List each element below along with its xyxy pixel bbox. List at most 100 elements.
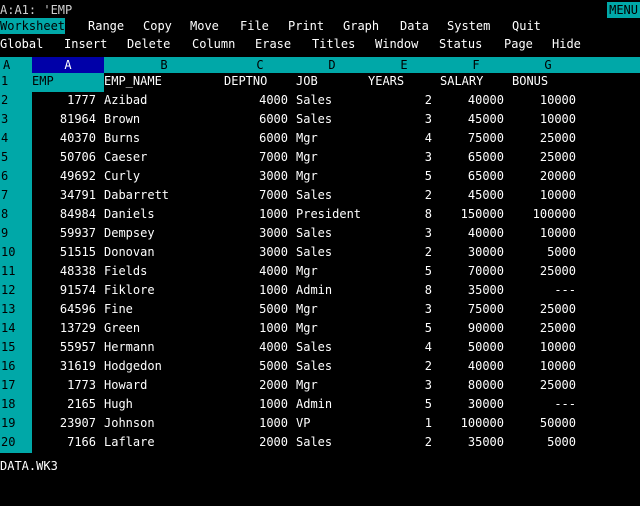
cell-job[interactable]: VP [296,415,368,434]
cell-years[interactable]: 5 [368,263,432,282]
cell-name[interactable]: Johnson [104,415,224,434]
menu-item-range[interactable]: Range [88,18,124,34]
cell-job[interactable]: Sales [296,244,368,263]
cell-salary[interactable]: 150000 [440,206,504,225]
cell-salary[interactable]: 45000 [440,111,504,130]
cell-salary[interactable]: 75000 [440,301,504,320]
cell-bonus[interactable]: 10000 [512,358,576,377]
row-number[interactable]: 1 [0,73,32,92]
column-header-g[interactable]: G [512,57,584,73]
cell-years[interactable]: 1 [368,415,432,434]
cell-salary[interactable]: 75000 [440,130,504,149]
cell-years[interactable]: 5 [368,320,432,339]
cell-name[interactable]: Azibad [104,92,224,111]
cell-job[interactable]: Sales [296,187,368,206]
cell-dept[interactable]: 2000 [224,377,288,396]
row-number[interactable]: 19 [0,415,32,434]
row-number[interactable]: 7 [0,187,32,206]
cell-job[interactable]: Mgr [296,263,368,282]
menu-item-copy[interactable]: Copy [143,18,172,34]
row-number[interactable]: 16 [0,358,32,377]
cell-dept[interactable]: 1000 [224,320,288,339]
cell-salary[interactable]: 70000 [440,263,504,282]
cell-years[interactable]: 3 [368,377,432,396]
cell-years[interactable]: 3 [368,301,432,320]
cell-job[interactable]: Admin [296,282,368,301]
cell-emp[interactable]: 1773 [32,377,96,396]
cell-emp[interactable]: 31619 [32,358,96,377]
row-number[interactable]: 6 [0,168,32,187]
cell-years[interactable]: 5 [368,168,432,187]
row-number[interactable]: 17 [0,377,32,396]
cell-name[interactable]: Donovan [104,244,224,263]
cell-salary[interactable]: 65000 [440,149,504,168]
cell-job[interactable]: Mgr [296,320,368,339]
cell-emp[interactable]: 49692 [32,168,96,187]
cell-years[interactable]: 3 [368,149,432,168]
cell-dept[interactable]: 1000 [224,282,288,301]
column-header-d[interactable]: D [296,57,368,73]
cell-salary[interactable]: 45000 [440,187,504,206]
row-number[interactable]: 12 [0,282,32,301]
row-number[interactable]: 3 [0,111,32,130]
cell-bonus[interactable]: 25000 [512,377,576,396]
cell-dept[interactable]: DEPTNO [224,73,288,92]
cell-name[interactable]: Hermann [104,339,224,358]
cell-bonus[interactable]: --- [512,282,576,301]
cell-bonus[interactable]: 100000 [512,206,576,225]
cell-dept[interactable]: 7000 [224,187,288,206]
cell-name[interactable]: Laflare [104,434,224,453]
row-number[interactable]: 18 [0,396,32,415]
cell-years[interactable]: 3 [368,111,432,130]
menu-item-system[interactable]: System [447,18,490,34]
menu-item-file[interactable]: File [240,18,269,34]
cell-emp[interactable]: EMP [32,73,104,92]
cell-years[interactable]: 2 [368,187,432,206]
cell-name[interactable]: Brown [104,111,224,130]
cell-name[interactable]: Green [104,320,224,339]
cell-salary[interactable]: 35000 [440,434,504,453]
menu-item-print[interactable]: Print [288,18,324,34]
cell-years[interactable]: 2 [368,92,432,111]
column-header-b[interactable]: B [104,57,224,73]
cell-job[interactable]: Admin [296,396,368,415]
cell-dept[interactable]: 6000 [224,111,288,130]
cell-emp[interactable]: 51515 [32,244,96,263]
cell-dept[interactable]: 4000 [224,92,288,111]
cell-bonus[interactable]: 10000 [512,111,576,130]
cell-job[interactable]: Sales [296,358,368,377]
cell-bonus[interactable]: 25000 [512,320,576,339]
cell-job[interactable]: Mgr [296,301,368,320]
cell-bonus[interactable]: 25000 [512,149,576,168]
cell-name[interactable]: Daniels [104,206,224,225]
cell-dept[interactable]: 1000 [224,206,288,225]
row-number[interactable]: 10 [0,244,32,263]
row-number[interactable]: 20 [0,434,32,453]
cell-emp[interactable]: 34791 [32,187,96,206]
cell-job[interactable]: Mgr [296,130,368,149]
cell-job[interactable]: Mgr [296,149,368,168]
menu-item-worksheet[interactable]: Worksheet [0,18,66,34]
cell-salary[interactable]: 100000 [440,415,504,434]
cell-salary[interactable]: 65000 [440,168,504,187]
menu-item-graph[interactable]: Graph [343,18,379,34]
row-number[interactable]: 8 [0,206,32,225]
cell-salary[interactable]: 40000 [440,358,504,377]
cell-dept[interactable]: 1000 [224,396,288,415]
column-header-f[interactable]: F [440,57,512,73]
cell-years[interactable]: 8 [368,206,432,225]
cell-salary[interactable]: 30000 [440,244,504,263]
cell-name[interactable]: Fine [104,301,224,320]
cell-bonus[interactable]: 5000 [512,434,576,453]
cell-years[interactable]: 2 [368,244,432,263]
cell-emp[interactable]: 13729 [32,320,96,339]
cell-name[interactable]: Hugh [104,396,224,415]
menu-item-move[interactable]: Move [190,18,219,34]
cell-dept[interactable]: 4000 [224,339,288,358]
row-number[interactable]: 14 [0,320,32,339]
cell-name[interactable]: Howard [104,377,224,396]
column-header-c[interactable]: C [224,57,296,73]
cell-years[interactable]: YEARS [368,73,432,92]
cell-bonus[interactable]: BONUS [512,73,576,92]
cell-bonus[interactable]: 50000 [512,415,576,434]
